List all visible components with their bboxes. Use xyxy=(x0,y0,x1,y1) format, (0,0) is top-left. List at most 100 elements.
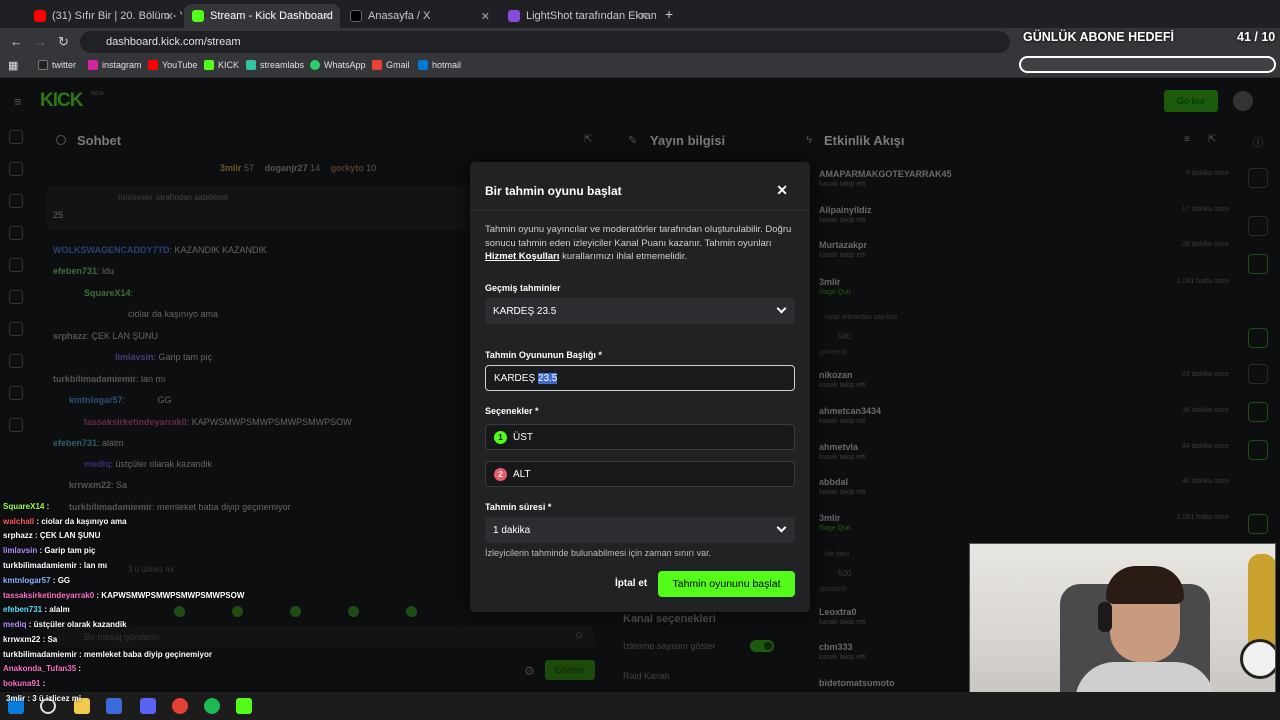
prediction-title-input[interactable]: KARDEŞ 23.5 xyxy=(485,365,795,391)
tab-x[interactable]: Anasayfa / X ✕ xyxy=(342,4,498,28)
goal-progress-bar xyxy=(1019,56,1276,73)
bookmark-kick[interactable]: KICK xyxy=(204,60,239,70)
back-icon[interactable]: ← xyxy=(10,34,23,49)
youtube-icon xyxy=(148,60,158,70)
chat-message: krrwxm22: Sa xyxy=(69,480,128,490)
hotmail-icon xyxy=(418,60,428,70)
chat-user: efeben731 xyxy=(53,438,98,448)
toggle-knob xyxy=(764,642,772,650)
past-predictions-select[interactable]: KARDEŞ 23.5 xyxy=(485,298,795,324)
broadcast-icon[interactable] xyxy=(1248,364,1268,384)
avatar[interactable] xyxy=(1233,91,1253,111)
chat-placeholder: Bir mesaj gönderin xyxy=(84,632,160,642)
emote-icon[interactable] xyxy=(348,606,359,617)
wrench-icon[interactable] xyxy=(1248,440,1268,460)
kick-logo[interactable]: KICK xyxy=(40,90,83,112)
spotify-icon[interactable] xyxy=(204,698,220,714)
bookmark-whatsapp[interactable]: WhatsApp xyxy=(310,60,366,70)
download-nav-icon[interactable] xyxy=(9,418,23,432)
chat-message: mediq: üstçüler olarak kazandik xyxy=(84,459,213,469)
stream-nav-icon[interactable] xyxy=(9,130,23,144)
settings-gear-icon[interactable]: ⚙ xyxy=(524,664,535,678)
popout-icon[interactable]: ⇱ xyxy=(1208,134,1216,145)
overlay-chat-text: : memleket baba diyip geçinemiyor xyxy=(76,650,212,659)
bookmark-label: twitter xyxy=(52,60,77,70)
start-prediction-button[interactable]: Tahmin oyununu başlat xyxy=(658,571,795,597)
overlay-chat-user: turkbilimadamiemir xyxy=(3,650,77,659)
users-nav-icon[interactable] xyxy=(9,386,23,400)
chat-user: kmtnlogar57 xyxy=(69,395,123,405)
emote-icon[interactable] xyxy=(174,606,185,617)
chat-bubble-icon[interactable] xyxy=(1248,328,1268,348)
app-icon[interactable] xyxy=(106,698,122,714)
link-nav-icon[interactable] xyxy=(9,162,23,176)
trophy-nav-icon[interactable] xyxy=(9,258,23,272)
info-icon[interactable]: ⓘ xyxy=(1253,134,1263,149)
chat-message: turkbilimadamiemir: lan mı xyxy=(53,374,166,384)
event-time: 17 dakika önce xyxy=(1181,206,1229,213)
terms-link[interactable]: Hizmet Koşulları xyxy=(485,251,559,262)
analytics-nav-icon[interactable] xyxy=(9,322,23,336)
overlay-chat-user: tassaksirketindeyarrak0 xyxy=(3,591,95,600)
new-tab-button[interactable]: + xyxy=(665,6,673,22)
headphones xyxy=(1098,602,1112,632)
emote-icon[interactable] xyxy=(290,606,301,617)
forward-icon[interactable]: → xyxy=(34,34,47,49)
emote-icon[interactable] xyxy=(232,606,243,617)
overlay-chat-user: Anakonda_Tufan35 xyxy=(3,664,77,673)
close-icon[interactable]: ✕ xyxy=(776,182,788,199)
edit-icon[interactable] xyxy=(1248,168,1268,188)
bookmark-hotmail[interactable]: hotmail xyxy=(418,60,461,70)
overlay-chat-line: efeben731 : alalm xyxy=(3,605,70,614)
bookmark-youtube[interactable]: YouTube xyxy=(148,60,197,70)
event-time: 28 dakika önce xyxy=(1181,241,1229,248)
overlay-chat-line: turkbilimadamiemir : memleket baba diyip… xyxy=(3,650,212,659)
kick-app-icon[interactable] xyxy=(236,698,252,714)
show-views-toggle[interactable] xyxy=(750,640,774,652)
url-field[interactable]: dashboard.kick.com/stream xyxy=(80,31,1010,53)
overlay-chat-line: walchall : ciolar da kaşınıyo ama xyxy=(3,517,127,526)
menu-icon[interactable]: ≡ xyxy=(14,94,22,109)
tab-lightshot[interactable]: LightShot tarafından Ekran Görü ✕ xyxy=(500,4,656,28)
close-tab-icon[interactable]: ✕ xyxy=(165,10,174,23)
diamond-icon[interactable] xyxy=(1248,514,1268,534)
discord-icon[interactable] xyxy=(140,698,156,714)
option-2-text: ALT xyxy=(513,468,531,480)
tab-youtube[interactable]: (31) Sıfır Bir | 20. Bölüm - YouTu ✕ xyxy=(26,4,182,28)
video-nav-icon[interactable] xyxy=(9,290,23,304)
go-live-button[interactable]: Go live xyxy=(1164,90,1218,112)
overlay-chat-line: turkbilimadamiemir : lan mı xyxy=(3,561,107,570)
crosshair-icon[interactable] xyxy=(1248,216,1268,236)
close-tab-icon[interactable]: ✕ xyxy=(639,10,648,23)
reload-icon[interactable]: ↻ xyxy=(58,34,69,50)
list-icon[interactable] xyxy=(1248,402,1268,422)
chart-nav-icon[interactable] xyxy=(9,226,23,240)
apps-icon[interactable]: ▦ xyxy=(8,59,18,72)
lightning-icon[interactable] xyxy=(1248,254,1268,274)
bookmark-gmail[interactable]: Gmail xyxy=(372,60,410,70)
send-button[interactable]: Gönder xyxy=(545,660,595,680)
option-2-input[interactable]: 2 ALT xyxy=(485,461,795,487)
chat-input[interactable]: Bir mesaj gönderin ☺ xyxy=(46,626,594,648)
popout-icon[interactable]: ⇱ xyxy=(584,134,592,145)
bookmark-twitter[interactable]: twitter xyxy=(38,60,76,70)
close-tab-icon[interactable]: ✕ xyxy=(323,10,332,23)
bookmark-streamlabs[interactable]: streamlabs xyxy=(246,60,304,70)
emoji-icon[interactable]: ☺ xyxy=(574,630,584,641)
modal-divider xyxy=(470,210,810,211)
bookmark-instagram[interactable]: instagram xyxy=(88,60,142,70)
layout-nav-icon[interactable] xyxy=(9,194,23,208)
streamer-hair xyxy=(1106,566,1184,604)
close-tab-icon[interactable]: ✕ xyxy=(481,10,490,23)
duration-select[interactable]: 1 dakika xyxy=(485,517,795,543)
emote-icon[interactable] xyxy=(406,606,417,617)
tab-kick-dashboard[interactable]: Stream - Kick Dashboard ✕ xyxy=(184,4,340,28)
cancel-button[interactable]: İptal et xyxy=(615,578,647,589)
chrome-icon[interactable] xyxy=(172,698,188,714)
option-1-input[interactable]: 1 ÜST xyxy=(485,424,795,450)
tools-nav-icon[interactable] xyxy=(9,354,23,368)
overlay-chat-text: : Garip tam piç xyxy=(37,546,96,555)
chat-text: ldu xyxy=(102,266,115,276)
filter-icon[interactable]: ≡ xyxy=(1184,134,1190,145)
options-label: Seçenekler * xyxy=(485,406,539,416)
